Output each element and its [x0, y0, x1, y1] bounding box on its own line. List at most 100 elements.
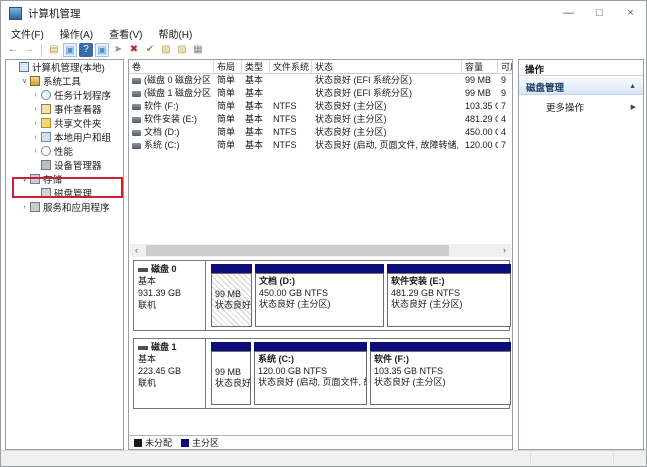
check-list-icon[interactable]: ✔ — [143, 43, 157, 57]
volume-name: 文档 (D:) — [144, 127, 180, 137]
expander-icon[interactable]: › — [31, 134, 40, 141]
column-header-0[interactable]: 卷 — [129, 60, 214, 74]
volume-icon — [132, 103, 141, 110]
sidebar-item-disk-management[interactable]: 磁盘管理 — [6, 186, 123, 200]
forward-icon[interactable]: → — [22, 43, 36, 57]
show-action-pane-icon[interactable]: ▣ — [95, 43, 109, 57]
cell-status: 状态良好 (主分区) — [315, 114, 387, 124]
partition[interactable]: 99 MB状态良好 ( — [211, 342, 251, 405]
toolbar-separator — [41, 43, 42, 57]
cell-type: 基本 — [245, 127, 264, 137]
storage-icon — [30, 174, 40, 184]
actions-group-disk-management[interactable]: 磁盘管理 ▲ — [519, 78, 643, 95]
cell-capacity: 120.00 GB — [465, 140, 498, 150]
partition[interactable]: 文档 (D:) 450.00 GB NTFS 状态良好 (主分区) — [255, 264, 384, 327]
partition-box[interactable]: 99 MB状态良好 ( — [211, 351, 251, 405]
column-header-6[interactable]: 可用空间 — [498, 60, 512, 74]
table-row[interactable]: 文档 (D:) 简单基本 NTFS 状态良好 (主分区) 450.00 GB4 — [129, 126, 512, 139]
sidebar-item-event-viewer[interactable]: › 事件查看器 — [6, 102, 123, 116]
submenu-arrow-icon: ▶ — [630, 104, 636, 111]
delete-icon[interactable]: ✖ — [127, 43, 141, 57]
back-icon[interactable]: ← — [6, 43, 20, 57]
action-icon[interactable]: ➤ — [111, 43, 125, 57]
sidebar-item-performance[interactable]: › 性能 — [6, 144, 123, 158]
sidebar-item-system-tools[interactable]: ∨ 系统工具 — [6, 74, 123, 88]
status-bar — [1, 450, 646, 466]
column-header-3[interactable]: 文件系统 — [270, 60, 312, 74]
help-icon[interactable]: ? — [79, 43, 93, 57]
scrollbar-thumb[interactable] — [146, 245, 449, 256]
folder-icon[interactable]: ▧ — [175, 43, 189, 57]
expander-icon[interactable]: ∨ — [20, 77, 29, 85]
expander-icon[interactable]: › — [31, 106, 40, 113]
sidebar-item-device-manager[interactable]: 设备管理器 — [6, 158, 123, 172]
more-actions-item[interactable]: 更多操作 ▶ — [519, 95, 643, 114]
expander-icon[interactable]: ∨ — [20, 175, 29, 183]
table-row[interactable]: (磁盘 0 磁盘分区 1) 简单 基本 状态良好 (EFI 系统分区) 99 MB 9 — [129, 74, 512, 87]
table-row[interactable]: 软件 (F:) 简单基本 NTFS 状态良好 (主分区) 103.35 GB7 — [129, 100, 512, 113]
column-header-5[interactable]: 容量 — [462, 60, 498, 74]
column-header-4[interactable]: 状态 — [312, 60, 462, 74]
partition-box[interactable]: 99 MB状态良好 ( — [211, 273, 252, 327]
sidebar-item-services-applications[interactable]: › 服务和应用程序 — [6, 200, 123, 214]
disk-icon — [138, 345, 148, 350]
properties-icon[interactable]: ▨ — [159, 43, 173, 57]
expander-icon[interactable]: › — [31, 120, 40, 127]
expander-icon[interactable]: › — [31, 148, 40, 155]
sidebar-item-label: 共享文件夹 — [54, 119, 102, 130]
column-header-2[interactable]: 类型 — [242, 60, 270, 74]
partition[interactable]: 系统 (C:) 120.00 GB NTFS 状态良好 (启动, 页面文件, 故 — [254, 342, 367, 405]
partition-type-bar — [211, 264, 252, 273]
partition-legend: 未分配 主分区 — [129, 435, 512, 449]
menu-item-file[interactable]: 文件(F) — [3, 26, 52, 41]
collapse-icon[interactable]: ▲ — [629, 83, 636, 90]
expander-icon[interactable]: › — [31, 92, 40, 99]
show-console-tree-icon[interactable]: ▣ — [63, 43, 77, 57]
partition[interactable]: 软件 (F:) 103.35 GB NTFS 状态良好 (主分区) — [370, 342, 511, 405]
disk-info[interactable]: 磁盘 0 基本 931.39 GB 联机 — [134, 261, 206, 330]
sidebar-item-shared-folders[interactable]: › 共享文件夹 — [6, 116, 123, 130]
cell-free: 9 — [501, 88, 507, 98]
sidebar-item-local-users-groups[interactable]: › 本地用户和组 — [6, 130, 123, 144]
cell-status: 状态良好 (主分区) — [315, 127, 387, 137]
cell-free: 7 — [501, 101, 507, 111]
actions-group-label: 磁盘管理 — [526, 82, 565, 94]
partition-label: 文档 (D:) — [259, 276, 295, 286]
performance-icon — [41, 146, 51, 156]
table-row[interactable]: 系统 (C:) 简单基本 NTFS 状态良好 (启动, 页面文件, 故障转储, 主分区… — [129, 139, 512, 152]
disk-management-panel: 卷布局类型文件系统状态容量可用空间(磁盘 0 磁盘分区 1)简单基本状态良好 (… — [128, 59, 513, 450]
horizontal-scrollbar[interactable]: ‹ › — [130, 244, 511, 257]
menu-item-help[interactable]: 帮助(H) — [150, 26, 200, 41]
minimize-button[interactable]: — — [553, 1, 584, 25]
details-icon[interactable]: ▦ — [191, 43, 205, 57]
partition[interactable]: 软件安装 (E:) 481.29 GB NTFS 状态良好 (主分区) — [387, 264, 511, 327]
table-row[interactable]: (磁盘 1 磁盘分区 1) 简单 基本 状态良好 (EFI 系统分区) 99 MB 9 — [129, 87, 512, 100]
maximize-button[interactable]: □ — [584, 1, 615, 25]
scroll-right-icon[interactable]: › — [498, 244, 511, 257]
cell-layout: 简单 — [217, 114, 236, 124]
sidebar-item-computer-management[interactable]: 计算机管理(本地) — [6, 60, 123, 74]
partition-status: 状态良好 (启动, 页面文件, 故 — [258, 377, 367, 387]
event-viewer-icon — [41, 104, 51, 114]
disk-icon — [138, 267, 148, 272]
sidebar-item-task-scheduler[interactable]: › 任务计划程序 — [6, 88, 123, 102]
export-list-icon[interactable]: ▤ — [47, 43, 61, 57]
partition-box[interactable]: 文档 (D:) 450.00 GB NTFS 状态良好 (主分区) — [255, 273, 384, 327]
partition[interactable]: 99 MB状态良好 ( — [211, 264, 252, 327]
partition-box[interactable]: 软件安装 (E:) 481.29 GB NTFS 状态良好 (主分区) — [387, 273, 511, 327]
disk-kind: 基本 — [138, 354, 157, 364]
menu-item-view[interactable]: 查看(V) — [101, 26, 150, 41]
expander-icon[interactable]: › — [20, 204, 29, 211]
column-header-1[interactable]: 布局 — [214, 60, 242, 74]
disk-info[interactable]: 磁盘 1 基本 223.45 GB 联机 — [134, 339, 206, 408]
table-row[interactable]: 软件安装 (E:) 简单基本 NTFS 状态良好 (主分区) 481.29 GB4 — [129, 113, 512, 126]
partition-status: 状态良好 ( — [215, 378, 251, 388]
close-button[interactable]: × — [615, 1, 646, 25]
disk-management-icon — [41, 188, 51, 198]
scroll-left-icon[interactable]: ‹ — [130, 244, 143, 257]
partition-box[interactable]: 系统 (C:) 120.00 GB NTFS 状态良好 (启动, 页面文件, 故 — [254, 351, 367, 405]
partition-box[interactable]: 软件 (F:) 103.35 GB NTFS 状态良好 (主分区) — [370, 351, 511, 405]
sidebar-item-label: 服务和应用程序 — [43, 203, 110, 214]
sidebar-item-storage[interactable]: ∨ 存储 — [6, 172, 123, 186]
menu-item-action[interactable]: 操作(A) — [52, 26, 101, 41]
